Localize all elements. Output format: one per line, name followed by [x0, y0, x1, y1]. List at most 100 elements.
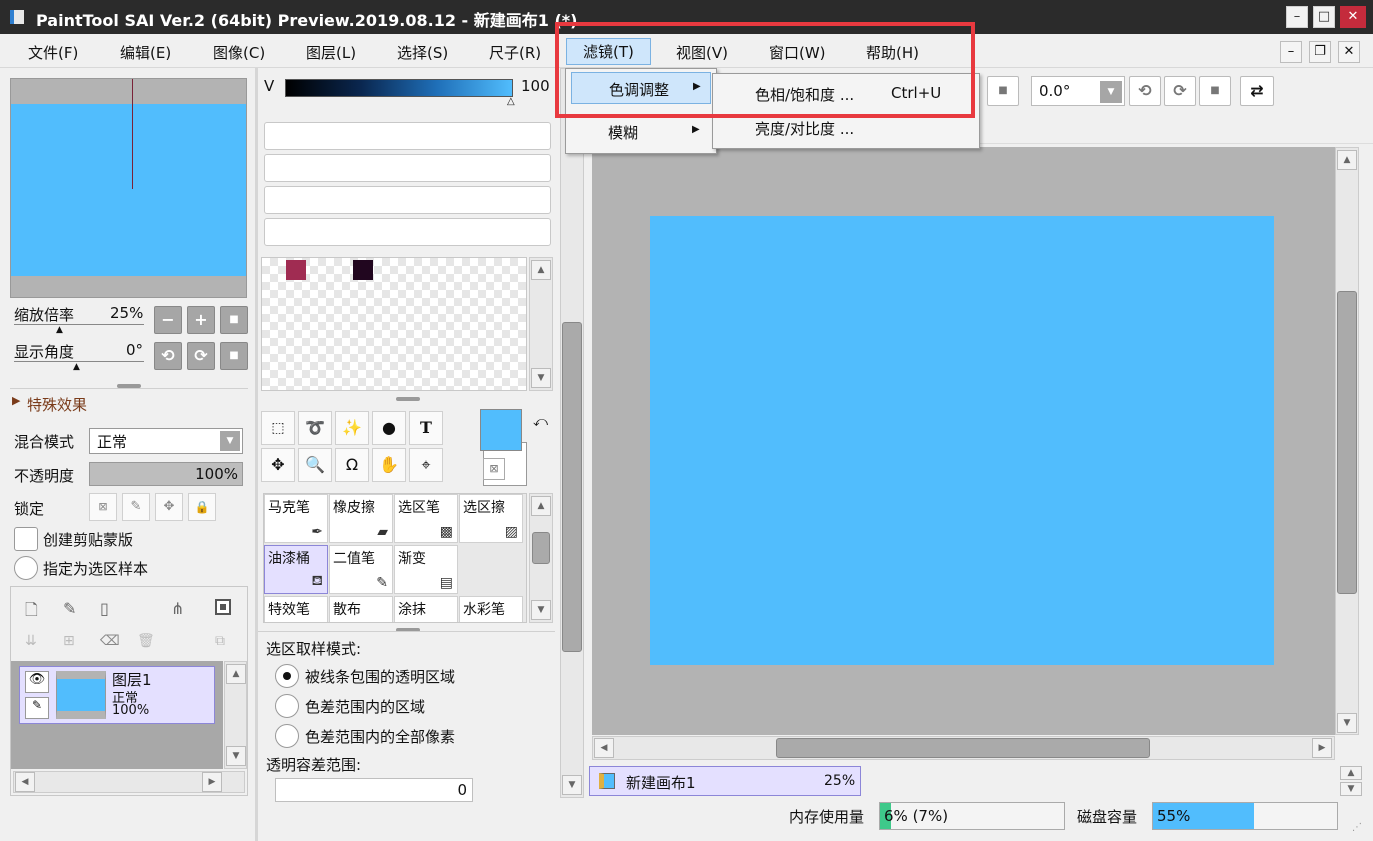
- splitter[interactable]: [255, 68, 258, 841]
- scroll-thumb[interactable]: [562, 322, 582, 652]
- rotate-icon[interactable]: Ω: [335, 448, 369, 482]
- layer-mask-icon[interactable]: [215, 599, 231, 615]
- layer-scrollbar[interactable]: ▲ ▼: [224, 661, 247, 769]
- value-slider[interactable]: [285, 79, 513, 97]
- eyedropper-icon[interactable]: ⌖: [409, 448, 443, 482]
- new-folder-icon[interactable]: ▯: [100, 599, 109, 618]
- new-vector-layer-icon[interactable]: ✎: [63, 599, 76, 618]
- brush-12[interactable]: 水彩笔: [459, 596, 523, 622]
- transfer-down-icon[interactable]: ⇊: [25, 633, 37, 649]
- magic-wand-icon[interactable]: ✨: [335, 411, 369, 445]
- brush-6[interactable]: 二值笔 ✎: [329, 545, 393, 594]
- brush-3[interactable]: 选区笔 ▩: [394, 494, 458, 543]
- canvas-viewport[interactable]: [592, 147, 1340, 735]
- canvas-document[interactable]: [650, 216, 1274, 665]
- visibility-eye-icon[interactable]: 👁: [25, 671, 49, 693]
- scroll-down-icon[interactable]: ▼: [226, 746, 246, 766]
- zoom-value[interactable]: 25%: [110, 304, 143, 322]
- opacity-bar[interactable]: 100%: [89, 462, 243, 486]
- swatch-1[interactable]: [286, 260, 306, 280]
- swatch-palette[interactable]: [261, 257, 527, 391]
- brush-7[interactable]: 渐变 ▤: [394, 545, 458, 594]
- radio-option-3[interactable]: [275, 724, 299, 748]
- shape-icon[interactable]: ●: [372, 411, 406, 445]
- transparent-color-icon[interactable]: ⊠: [483, 458, 505, 480]
- color-slot-2[interactable]: [264, 154, 551, 182]
- scroll-right-icon[interactable]: ▶: [1312, 738, 1332, 758]
- zoom-in-button[interactable]: +: [187, 306, 215, 334]
- flip-horizontal-icon[interactable]: ⇄: [1240, 76, 1274, 106]
- close-button[interactable]: ✕: [1340, 6, 1366, 28]
- rotate-right-button[interactable]: ⟳: [187, 342, 215, 370]
- move-icon[interactable]: ✥: [261, 448, 295, 482]
- layer-hscrollbar[interactable]: ◀ ▶: [13, 771, 245, 793]
- rotate-left-button[interactable]: ⟲: [154, 342, 182, 370]
- splitter-grip[interactable]: [396, 397, 420, 401]
- color-slot-1[interactable]: [264, 122, 551, 150]
- lock-move-icon[interactable]: ✥: [155, 493, 183, 521]
- scroll-down-icon[interactable]: ▼: [1337, 713, 1357, 733]
- brush-9[interactable]: 特效笔: [264, 596, 328, 622]
- brush-1[interactable]: 马克笔 ✒: [264, 494, 328, 543]
- angle-slider-handle[interactable]: ▲: [73, 362, 80, 372]
- toolbar-reset-button[interactable]: ■: [987, 76, 1019, 106]
- tab-scroll-up-icon[interactable]: ▲: [1340, 766, 1362, 780]
- brush-5[interactable]: 油漆桶 ⛾: [264, 545, 328, 594]
- brush-11[interactable]: 涂抹: [394, 596, 458, 622]
- color-slot-4[interactable]: [264, 218, 551, 246]
- tool-panel-scrollbar[interactable]: ▼: [560, 68, 584, 798]
- scroll-right-icon[interactable]: ▶: [202, 772, 222, 792]
- resize-grip-icon[interactable]: ⋰: [1352, 822, 1362, 833]
- effects-label[interactable]: 特殊效果: [27, 394, 87, 415]
- layer-pen-icon[interactable]: ✎: [25, 697, 49, 719]
- brush-scrollbar[interactable]: ▲ ▼: [529, 493, 553, 623]
- menu-select[interactable]: 选择(S): [397, 42, 448, 63]
- doc-minimize-button[interactable]: –: [1280, 41, 1302, 63]
- new-layer-icon[interactable]: 🗋: [25, 599, 38, 626]
- clip-checkbox[interactable]: [14, 527, 38, 551]
- hand-icon[interactable]: ✋: [372, 448, 406, 482]
- zoom-out-button[interactable]: −: [154, 306, 182, 334]
- copy-layer-icon[interactable]: ⧉: [215, 633, 225, 649]
- brush-2[interactable]: 橡皮擦 ▰: [329, 494, 393, 543]
- scroll-up-icon[interactable]: ▲: [531, 496, 551, 516]
- expand-arrow-icon[interactable]: ▶: [12, 394, 20, 407]
- zoom-reset-button[interactable]: ■: [220, 306, 248, 334]
- radio-option-1[interactable]: [275, 664, 299, 688]
- zoom-slider[interactable]: [14, 324, 144, 325]
- angle-select[interactable]: 0.0° ▼: [1031, 76, 1125, 106]
- scroll-down-icon[interactable]: ▼: [562, 775, 582, 795]
- zoom-icon[interactable]: 🔍: [298, 448, 332, 482]
- clear-layer-icon[interactable]: ⌫: [100, 633, 120, 649]
- minimize-button[interactable]: –: [1286, 6, 1308, 28]
- scroll-left-icon[interactable]: ◀: [594, 738, 614, 758]
- menu-ruler[interactable]: 尺子(R): [489, 42, 541, 63]
- layer-effects-icon[interactable]: ⋔: [171, 599, 184, 618]
- maximize-button[interactable]: □: [1313, 6, 1335, 28]
- color-slot-3[interactable]: [264, 186, 551, 214]
- canvas-vscrollbar[interactable]: ▲ ▼: [1335, 147, 1359, 735]
- scroll-up-icon[interactable]: ▲: [226, 664, 246, 684]
- scroll-thumb[interactable]: [776, 738, 1150, 758]
- rect-select-icon[interactable]: ⬚: [261, 411, 295, 445]
- lasso-icon[interactable]: ➰: [298, 411, 332, 445]
- scroll-down-icon[interactable]: ▼: [531, 368, 551, 388]
- brush-10[interactable]: 散布: [329, 596, 393, 622]
- tab-scroll-down-icon[interactable]: ▼: [1340, 782, 1362, 796]
- menu-file[interactable]: 文件(F): [28, 42, 78, 63]
- scroll-down-icon[interactable]: ▼: [531, 600, 551, 620]
- rotate-reset-button[interactable]: ■: [220, 342, 248, 370]
- scroll-left-icon[interactable]: ◀: [15, 772, 35, 792]
- scroll-thumb[interactable]: [1337, 291, 1357, 594]
- filter-menu-item-blur[interactable]: 模糊 ▶: [571, 116, 711, 148]
- primary-color[interactable]: [480, 409, 522, 451]
- toolbar-rotate-right-button[interactable]: ⟳: [1164, 76, 1196, 106]
- doc-close-button[interactable]: ✕: [1338, 41, 1360, 63]
- canvas-tab[interactable]: 新建画布1 25%: [589, 766, 861, 796]
- radio-option-2[interactable]: [275, 694, 299, 718]
- lock-transparency-icon[interactable]: ⊠: [89, 493, 117, 521]
- scroll-up-icon[interactable]: ▲: [1337, 150, 1357, 170]
- layer-row[interactable]: 👁 ✎ 图层1 正常 100%: [19, 666, 215, 724]
- menu-edit[interactable]: 编辑(E): [120, 42, 171, 63]
- value-slider-handle[interactable]: △: [507, 96, 515, 107]
